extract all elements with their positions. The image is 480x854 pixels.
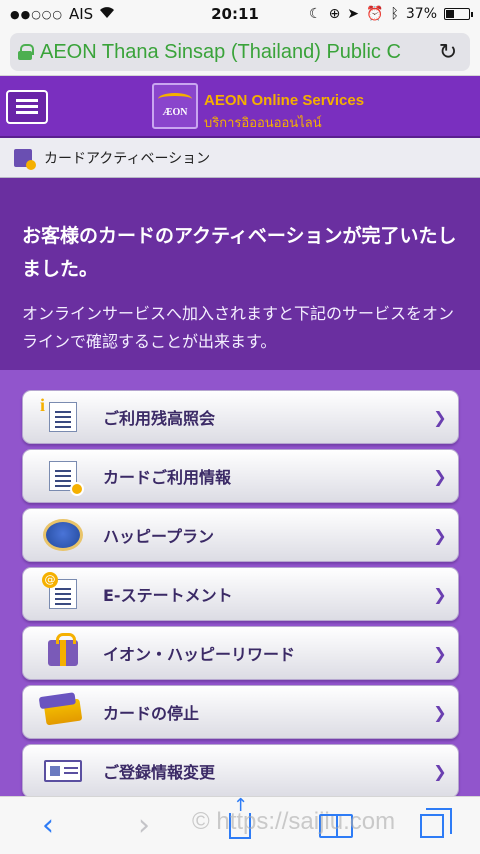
site-header: ÆON AEON Online Services บริการอิออนออนไ… xyxy=(0,76,480,138)
back-button[interactable]: ‹ xyxy=(18,806,78,846)
logo-text: ÆON xyxy=(162,107,188,118)
menu-item-happy-reward[interactable]: イオン・ハッピーリワード ❯ xyxy=(22,626,459,680)
battery-percent: 37% xyxy=(405,6,437,22)
battery-level xyxy=(446,10,455,18)
battery-icon xyxy=(444,8,473,20)
carrier-name: AIS xyxy=(69,5,94,23)
menu-item-label: ご登録情報変更 xyxy=(103,763,216,782)
menu-line-icon xyxy=(16,111,38,114)
hamburger-menu-button[interactable] xyxy=(6,90,48,124)
signal-strength-icon: ●●○○○ xyxy=(10,7,63,21)
chevron-right-icon: ❯ xyxy=(433,643,447,663)
menu-item-label: ハッピープラン xyxy=(103,527,215,546)
reload-icon[interactable]: ↻ xyxy=(434,40,462,65)
location-icon: ➤ xyxy=(347,6,360,22)
menu-line-icon xyxy=(16,105,38,108)
balance-document-icon: i xyxy=(23,390,103,444)
status-time: 20:11 xyxy=(211,5,259,23)
url-text[interactable]: AEON Thana Sinsap (Thailand) Public C xyxy=(40,41,434,64)
message-title: お客様のカードのアクティベーションが完了いたしました。 xyxy=(22,225,457,280)
brand-subtitle: บริการอิออนออนไลน์ xyxy=(204,116,322,131)
menu-item-label: カードご利用情報 xyxy=(103,468,232,487)
status-bar: ●●○○○ AIS 20:11 ☾ ⊕ ➤ ⏰ ᛒ 37% xyxy=(0,0,480,28)
menu-item-e-statement[interactable]: @ E-ステートメント ❯ xyxy=(22,567,459,621)
globe-icon xyxy=(23,508,103,562)
menu-item-label: E-ステートメント xyxy=(103,586,233,605)
menu-item-balance-inquiry[interactable]: i ご利用残高照会 ❯ xyxy=(22,390,459,444)
bluetooth-icon: ᛒ xyxy=(390,6,399,22)
watermark: © https://saijiu.com xyxy=(192,808,396,835)
breadcrumb: カードアクティベーション xyxy=(0,138,480,178)
chevron-right-icon: ❯ xyxy=(433,525,447,545)
chevron-right-icon: ❯ xyxy=(433,407,447,427)
service-menu: i ご利用残高照会 ❯ カードご利用情報 ❯ ハッピープラン ❯ @ E-ステー… xyxy=(0,370,480,796)
card-activation-icon xyxy=(14,148,36,170)
forward-button[interactable]: › xyxy=(114,806,174,846)
chevron-right-icon: ❯ xyxy=(433,584,447,604)
menu-line-icon xyxy=(16,99,38,102)
tabs-icon xyxy=(420,807,452,838)
gift-icon xyxy=(23,626,103,680)
address-bar[interactable]: AEON Thana Sinsap (Thailand) Public C ↻ xyxy=(10,33,470,71)
card-icon xyxy=(23,685,103,739)
status-right: ☾ ⊕ ➤ ⏰ ᛒ 37% xyxy=(300,6,473,22)
chevron-right-icon: ❯ xyxy=(433,702,447,722)
rotation-lock-icon: ⊕ xyxy=(328,6,341,22)
status-left: ●●○○○ AIS xyxy=(10,5,170,23)
menu-item-happy-plan[interactable]: ハッピープラン ❯ xyxy=(22,508,459,562)
menu-item-profile-change[interactable]: ご登録情報変更 ❯ xyxy=(22,744,459,796)
message-body: オンラインサービスへ加入されますと下記のサービスをオンラインで確認することが出来… xyxy=(22,304,455,351)
chevron-right-icon: ❯ xyxy=(433,466,447,486)
browser-chrome: AEON Thana Sinsap (Thailand) Public C ↻ xyxy=(0,28,480,76)
bill-clock-icon xyxy=(23,449,103,503)
menu-item-label: カードの停止 xyxy=(103,704,200,723)
email-statement-icon: @ xyxy=(23,567,103,621)
menu-item-card-suspend[interactable]: カードの停止 ❯ xyxy=(22,685,459,739)
lock-icon xyxy=(18,44,34,60)
wifi-icon xyxy=(99,5,115,23)
brand-title: AEON Online Services xyxy=(204,92,365,109)
tabs-button[interactable] xyxy=(402,806,462,846)
alarm-icon: ⏰ xyxy=(366,6,384,22)
logo-swoosh-icon xyxy=(158,93,192,105)
id-card-icon xyxy=(23,744,103,796)
aeon-logo[interactable]: ÆON xyxy=(152,83,198,129)
moon-icon: ☾ xyxy=(309,6,322,22)
message-panel: お客様のカードのアクティベーションが完了いたしました。 オンラインサービスへ加入… xyxy=(0,178,480,370)
menu-item-label: イオン・ハッピーリワード xyxy=(103,645,296,664)
menu-item-label: ご利用残高照会 xyxy=(103,409,216,428)
chevron-right-icon: ❯ xyxy=(433,761,447,781)
breadcrumb-label: カードアクティベーション xyxy=(44,150,211,167)
menu-item-card-usage[interactable]: カードご利用情報 ❯ xyxy=(22,449,459,503)
